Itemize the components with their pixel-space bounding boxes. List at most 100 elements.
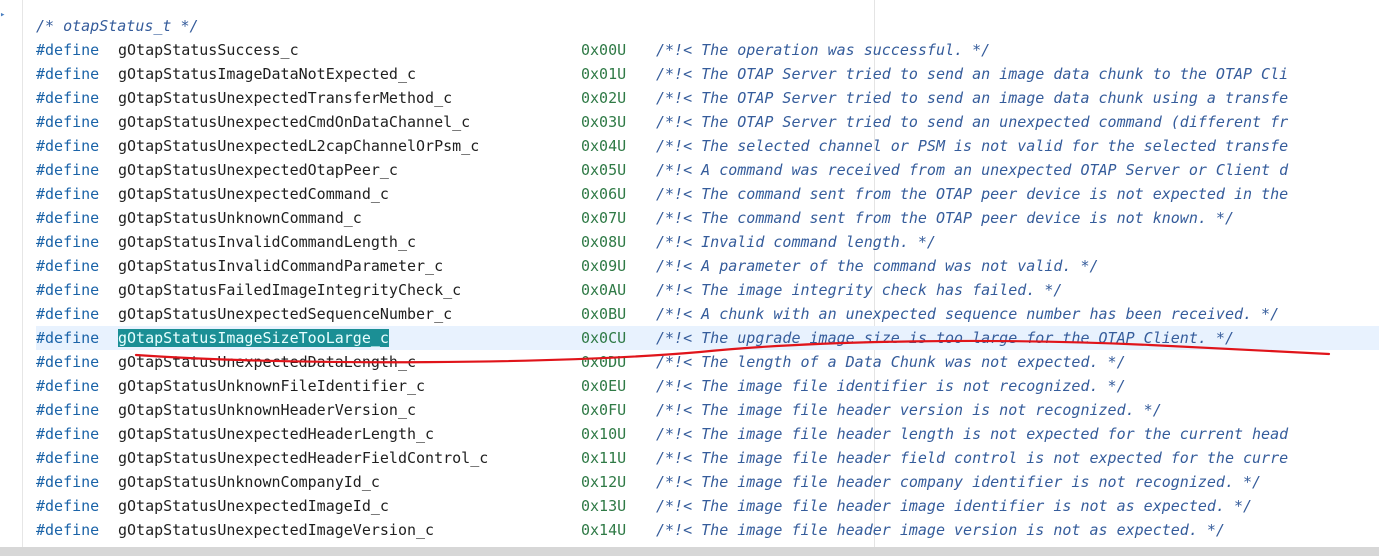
fold-marker-icon[interactable]: ▸ [0,11,5,20]
macro-value: 0x0EU [581,377,627,395]
header-comment: /* otapStatus_t */ [36,17,199,35]
code-line: #define gOtapStatusUnexpectedHeaderLength… [36,422,1379,446]
identifier-text: gOtapStatusInvalidCommandLength_c [118,233,417,251]
macro-name[interactable]: gOtapStatusUnexpectedHeaderLength_c [118,422,434,446]
macro-name[interactable]: gOtapStatusUnknownFileIdentifier_c [118,374,425,398]
identifier-text: gOtapStatusUnexpectedHeaderFieldControl_… [118,449,489,467]
code-line: #define gOtapStatusUnexpectedCommand_c 0x0… [36,182,1379,206]
macro-name[interactable]: gOtapStatusUnknownHeaderVersion_c [118,398,416,422]
identifier-text: gOtapStatusInvalidCommandParameter_c [118,257,444,275]
doc-comment: /*!< The length of a Data Chunk was not … [656,353,1126,371]
macro-value: 0x14U [581,521,627,539]
horizontal-scrollbar[interactable] [0,547,1379,556]
code-line: #define gOtapStatusUnexpectedDataLength_c… [36,350,1379,374]
macro-value: 0x07U [581,209,627,227]
define-list: #define gOtapStatusSuccess_c 0x00U /*!< The… [36,38,1379,542]
macro-name[interactable]: gOtapStatusUnexpectedCommand_c [118,182,389,206]
macro-value: 0x0CU [581,329,627,347]
doc-comment: /*!< The command sent from the OTAP peer… [656,185,1289,203]
code-line: #define gOtapStatusUnknownCommand_c 0x07U /… [36,206,1379,230]
macro-name[interactable]: gOtapStatusInvalidCommandParameter_c [118,254,443,278]
doc-comment: /*!< The OTAP Server tried to send an im… [656,89,1289,107]
macro-name[interactable]: gOtapStatusUnexpectedImageId_c [118,494,389,518]
define-keyword: #define [36,65,100,83]
macro-value: 0x12U [581,473,627,491]
code-line: #define gOtapStatusUnexpectedImageVersion… [36,518,1379,542]
doc-comment: /*!< The image file header company ident… [656,473,1262,491]
define-keyword: #define [36,497,100,515]
identifier-text: gOtapStatusUnexpectedHeaderLength_c [118,425,435,443]
identifier-text: gOtapStatusUnexpectedL2capChannelOrPsm_c [118,137,480,155]
macro-value: 0x00U [581,41,627,59]
code-line: #define gOtapStatusImageSizeTooLarge_c 0x0… [36,326,1379,350]
identifier-text: gOtapStatusUnexpectedDataLength_c [118,353,417,371]
macro-value: 0x01U [581,65,627,83]
define-keyword: #define [36,209,100,227]
macro-name[interactable]: gOtapStatusFailedImageIntegrityCheck_c [118,278,461,302]
define-keyword: #define [36,233,100,251]
code-line: #define gOtapStatusImageDataNotExpected_c… [36,62,1379,86]
code-line: #define gOtapStatusUnexpectedSequenceNumb… [36,302,1379,326]
identifier-text: gOtapStatusUnexpectedSequenceNumber_c [118,305,453,323]
doc-comment: /*!< A command was received from an unex… [656,161,1289,179]
define-keyword: #define [36,473,100,491]
define-keyword: #define [36,161,100,179]
define-keyword: #define [36,185,100,203]
macro-name[interactable]: gOtapStatusUnexpectedCmdOnDataChannel_c [118,110,470,134]
macro-value: 0x0DU [581,353,627,371]
doc-comment: /*!< The image file header field control… [656,449,1289,467]
identifier-text: gOtapStatusUnexpectedCommand_c [118,185,389,203]
macro-name[interactable]: gOtapStatusUnexpectedDataLength_c [118,350,416,374]
define-keyword: #define [36,305,100,323]
code-line: #define gOtapStatusFailedImageIntegrityCh… [36,278,1379,302]
code-line: #define gOtapStatusUnknownFileIdentifier_… [36,374,1379,398]
identifier-text: gOtapStatusUnexpectedTransferMethod_c [118,89,453,107]
macro-name[interactable]: gOtapStatusImageSizeTooLarge_c [118,326,389,350]
macro-value: 0x04U [581,137,627,155]
editor-gutter: ▸ [0,0,23,556]
macro-name[interactable]: gOtapStatusUnexpectedL2capChannelOrPsm_c [118,134,479,158]
identifier-text: gOtapStatusUnknownCompanyId_c [118,473,380,491]
macro-value: 0x05U [581,161,627,179]
selected-identifier: gOtapStatusImageSizeTooLarge_c [118,329,389,347]
macro-name[interactable]: gOtapStatusUnknownCommand_c [118,206,362,230]
define-keyword: #define [36,425,100,443]
define-keyword: #define [36,353,100,371]
doc-comment: /*!< A chunk with an unexpected sequence… [656,305,1280,323]
doc-comment: /*!< The OTAP Server tried to send an im… [656,65,1289,83]
macro-value: 0x03U [581,113,627,131]
identifier-text: gOtapStatusUnexpectedCmdOnDataChannel_c [118,113,471,131]
doc-comment: /*!< The image integrity check has faile… [656,281,1063,299]
macro-name[interactable]: gOtapStatusSuccess_c [118,38,299,62]
macro-name[interactable]: gOtapStatusUnexpectedOtapPeer_c [118,158,398,182]
macro-name[interactable]: gOtapStatusUnexpectedImageVersion_c [118,518,434,542]
doc-comment: /*!< The command sent from the OTAP peer… [656,209,1234,227]
macro-value: 0x0BU [581,305,627,323]
code-line: #define gOtapStatusSuccess_c 0x00U /*!< The… [36,38,1379,62]
macro-name[interactable]: gOtapStatusUnknownCompanyId_c [118,470,380,494]
macro-name[interactable]: gOtapStatusUnexpectedHeaderFieldControl_… [118,446,488,470]
define-keyword: #define [36,89,100,107]
define-keyword: #define [36,401,100,419]
macro-name[interactable]: gOtapStatusImageDataNotExpected_c [118,62,416,86]
macro-value: 0x08U [581,233,627,251]
doc-comment: /*!< The image file identifier is not re… [656,377,1126,395]
define-keyword: #define [36,113,100,131]
macro-name[interactable]: gOtapStatusUnexpectedSequenceNumber_c [118,302,452,326]
macro-name[interactable]: gOtapStatusUnexpectedTransferMethod_c [118,86,452,110]
macro-value: 0x09U [581,257,627,275]
doc-comment: /*!< The image file header image version… [656,521,1225,539]
macro-value: 0x02U [581,89,627,107]
macro-name[interactable]: gOtapStatusInvalidCommandLength_c [118,230,416,254]
macro-value: 0x06U [581,185,627,203]
macro-value: 0x11U [581,449,627,467]
code-line: #define gOtapStatusUnexpectedImageId_c 0x1… [36,494,1379,518]
doc-comment: /*!< The image file header length is not… [656,425,1289,443]
identifier-text: gOtapStatusUnknownHeaderVersion_c [118,401,417,419]
code-line: #define gOtapStatusUnknownHeaderVersion_c… [36,398,1379,422]
define-keyword: #define [36,281,100,299]
doc-comment: /*!< The image file header image identif… [656,497,1253,515]
identifier-text: gOtapStatusSuccess_c [118,41,299,59]
macro-value: 0x0AU [581,281,627,299]
code-editor[interactable]: /* otapStatus_t */ #define gOtapStatusSuc… [36,14,1379,542]
